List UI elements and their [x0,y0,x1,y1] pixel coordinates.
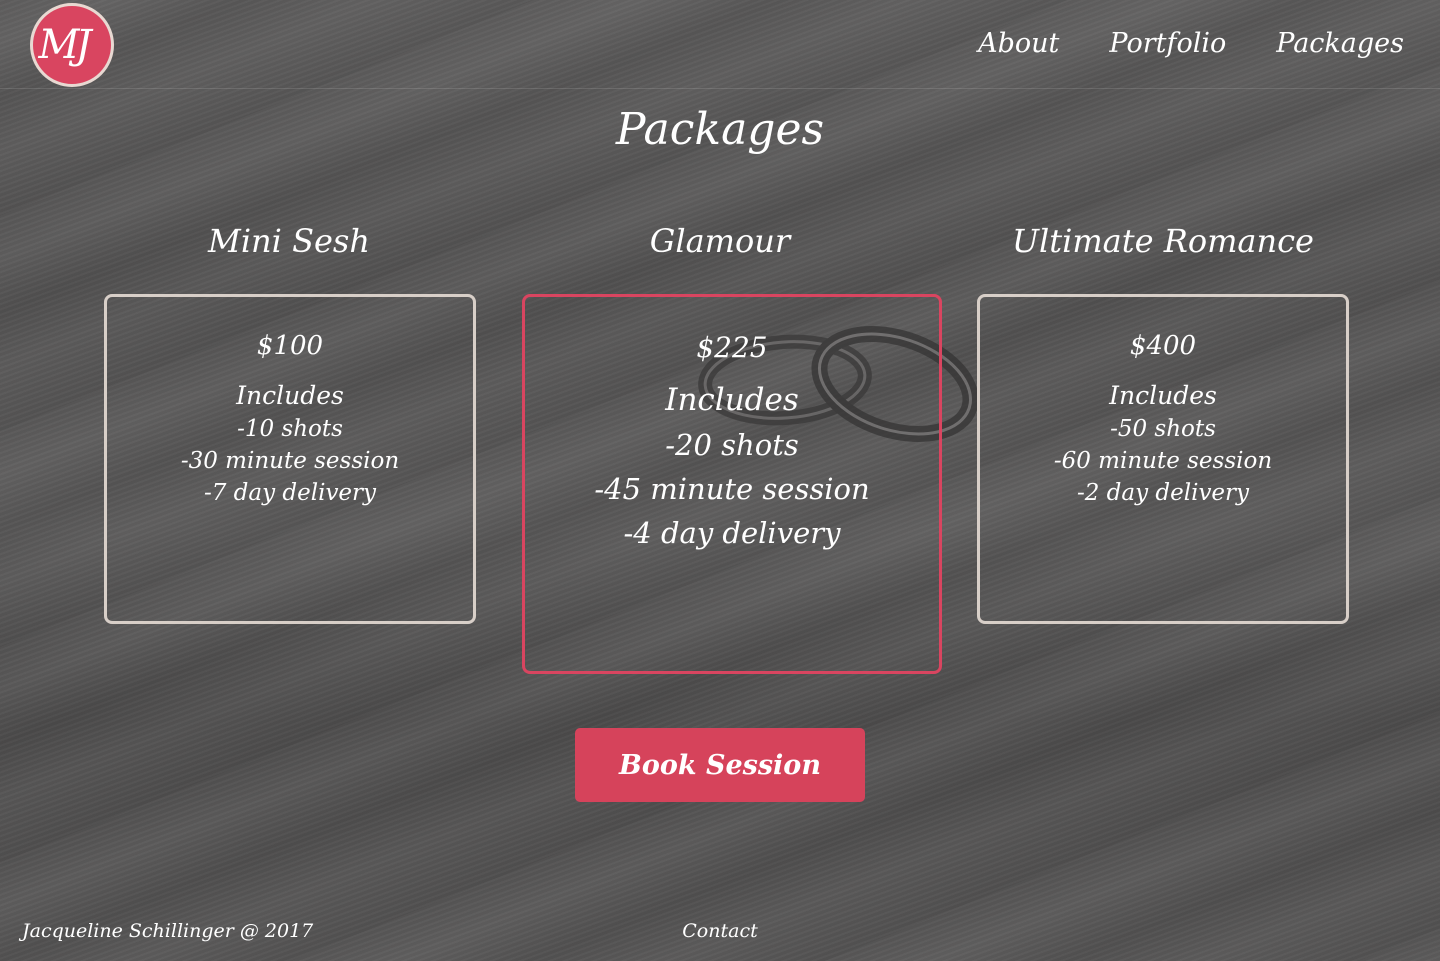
package-price: $225 [696,331,768,364]
page-title: Packages [615,104,825,155]
feature-item: -60 minute session [1053,448,1273,474]
includes-label: Includes [236,381,344,410]
footer-copyright: Jacqueline Schillinger @ 2017 [22,920,314,942]
package-card-mini-sesh[interactable]: $100 Includes -10 shots -30 minute sessi… [104,294,476,624]
feature-item: -45 minute session [594,472,870,506]
package-name-mini-sesh: Mini Sesh [208,222,370,260]
includes-label: Includes [665,382,799,418]
main-nav: About Portfolio Packages [978,28,1404,59]
package-card-ultimate-romance[interactable]: $400 Includes -50 shots -60 minute sessi… [977,294,1349,624]
nav-link-about[interactable]: About [978,28,1059,59]
feature-item: -10 shots [237,416,343,442]
package-name-ultimate-romance: Ultimate Romance [1012,222,1314,260]
feature-item: -7 day delivery [203,480,377,506]
contact-link[interactable]: Contact [682,920,757,942]
feature-item: -20 shots [665,428,799,462]
feature-item: -50 shots [1110,416,1216,442]
package-card-glamour[interactable]: $225 Includes -20 shots -45 minute sessi… [522,294,942,674]
package-name-glamour: Glamour [649,222,791,260]
feature-item: -4 day delivery [623,516,841,550]
feature-item: -2 day delivery [1076,480,1250,506]
monogram-logo-icon[interactable]: MJ [30,3,114,87]
package-price: $400 [1129,331,1197,361]
book-session-button[interactable]: Book Session [575,728,865,802]
package-price: $100 [256,331,324,361]
site-header: MJ About Portfolio Packages [0,0,1440,89]
nav-link-packages[interactable]: Packages [1276,28,1404,59]
logo-text: MJ [38,22,92,68]
nav-link-portfolio[interactable]: Portfolio [1109,28,1226,59]
includes-label: Includes [1109,381,1217,410]
feature-item: -30 minute session [180,448,400,474]
